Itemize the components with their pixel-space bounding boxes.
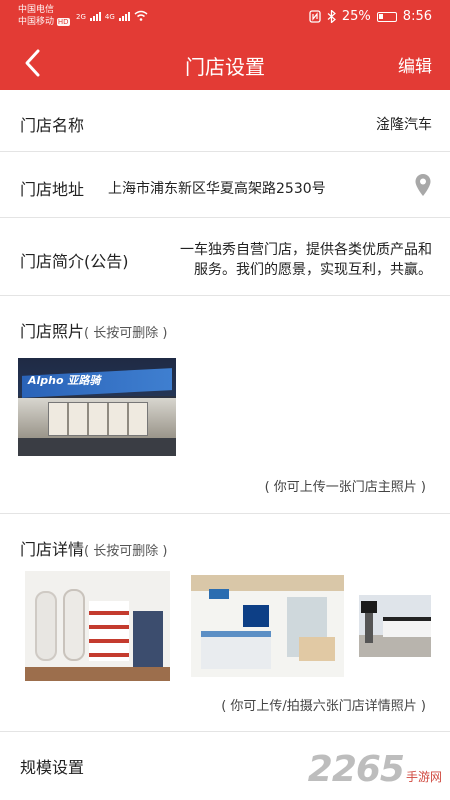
carrier-1: 中国电信 (18, 5, 55, 15)
page-title: 门店设置 (185, 55, 265, 79)
store-detail-note: ( 你可上传/拍摄六张门店详情照片 ) (221, 699, 426, 714)
store-intro-line: 服务。我们的愿景，实现互利，共赢。 (194, 262, 432, 278)
nfc-icon (309, 10, 321, 23)
carrier-info: 中国电信 中国移动 HD (18, 4, 70, 28)
store-detail-photo[interactable] (359, 595, 431, 657)
nav-bar: 门店设置 编辑 (0, 36, 450, 90)
photo-sign: Alpho 亚路骑 (28, 374, 101, 387)
edit-button[interactable]: 编辑 (398, 52, 432, 77)
net-type-1: 2G (76, 13, 86, 21)
watermark-suffix: 手游网 (405, 770, 442, 784)
store-intro-label: 门店简介(公告) (20, 252, 129, 271)
location-pin-icon[interactable] (414, 173, 432, 197)
store-name-value: 淦隆汽车 (376, 117, 432, 133)
clock: 8:56 (402, 9, 432, 24)
store-intro-value: 一车独秀自营门店，提供各类优质产品和 服务。我们的愿景，实现互利，共赢。 (180, 240, 432, 280)
store-intro-line: 一车独秀自营门店，提供各类优质产品和 (180, 242, 432, 258)
watermark-number: 2265 (307, 749, 405, 790)
status-bar: 中国电信 中国移动 HD 2G 4G 25% 8:56 (0, 0, 450, 36)
battery-percent: 25% (341, 9, 371, 24)
store-intro-row[interactable]: 门店简介(公告) 一车独秀自营门店，提供各类优质产品和 服务。我们的愿景，实现互… (0, 218, 450, 296)
site-watermark: 2265 手游网 (308, 749, 442, 790)
store-detail-photo[interactable] (191, 575, 344, 677)
system-indicators: 25% 8:56 (309, 9, 432, 24)
carrier-2: 中国移动 HD (18, 17, 70, 27)
store-photo-section: 门店照片( 长按可删除 ) Alpho 亚路骑 ( 你可上传一张门店主照片 ) (0, 296, 450, 514)
battery-icon (376, 11, 397, 22)
store-address-row[interactable]: 门店地址 上海市浦东新区华夏高架路2530号 (0, 152, 450, 218)
store-address-value: 上海市浦东新区华夏高架路2530号 (108, 181, 326, 197)
wifi-icon (134, 10, 148, 21)
bluetooth-icon (327, 10, 336, 23)
store-detail-section: 门店详情( 长按可删除 ) ( 你可上传/拍摄六张门店详情照片 ) (0, 514, 450, 732)
signal-icon (89, 12, 101, 21)
store-photo-hint: ( 长按可删除 ) (84, 326, 168, 341)
store-address-label: 门店地址 (20, 180, 85, 199)
store-photo-title: 门店照片( 长按可删除 ) (20, 322, 168, 341)
signal-icon (118, 12, 130, 21)
store-detail-photo[interactable] (25, 571, 170, 681)
store-detail-title: 门店详情( 长按可删除 ) (20, 540, 168, 559)
net-type-2: 4G (104, 13, 115, 21)
store-detail-hint: ( 长按可删除 ) (84, 544, 168, 559)
signal-icons: 2G 4G (76, 10, 148, 21)
store-name-row[interactable]: 门店名称 淦隆汽车 (0, 90, 450, 152)
store-main-photo[interactable]: Alpho 亚路骑 (18, 358, 176, 456)
hd-badge: HD (56, 18, 70, 26)
scale-settings-label: 规模设置 (20, 758, 85, 777)
store-photo-note: ( 你可上传一张门店主照片 ) (264, 480, 426, 495)
store-name-label: 门店名称 (20, 116, 85, 135)
